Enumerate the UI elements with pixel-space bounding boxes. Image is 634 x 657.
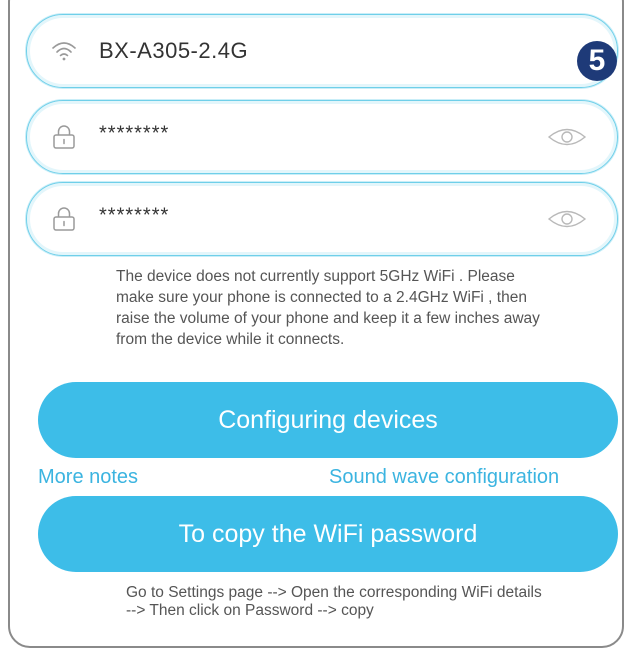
- wifi-ssid-value: BX-A305-2.4G: [99, 38, 249, 63]
- lock-icon: [51, 206, 77, 232]
- sound-wave-configuration-link[interactable]: Sound wave configuration: [329, 466, 559, 489]
- confirm-password-field[interactable]: ********: [26, 182, 618, 256]
- copy-wifi-password-button[interactable]: To copy the WiFi password: [38, 496, 618, 572]
- eye-icon[interactable]: [547, 208, 587, 230]
- wifi-ssid-field[interactable]: BX-A305-2.4G: [26, 14, 618, 88]
- copy-password-instructions: Go to Settings page --> Open the corresp…: [126, 584, 542, 619]
- step-number-badge: 5: [577, 41, 617, 81]
- password-field[interactable]: ********: [26, 100, 618, 174]
- eye-icon[interactable]: [547, 126, 587, 148]
- lock-icon: [51, 124, 77, 150]
- wifi-icon: [51, 38, 77, 64]
- configure-devices-button[interactable]: Configuring devices: [38, 382, 618, 458]
- password-value: ********: [99, 122, 170, 145]
- wifi-notice-text: The device does not currently support 5G…: [116, 268, 540, 348]
- more-notes-link[interactable]: More notes: [38, 466, 138, 489]
- confirm-password-value: ********: [99, 204, 170, 227]
